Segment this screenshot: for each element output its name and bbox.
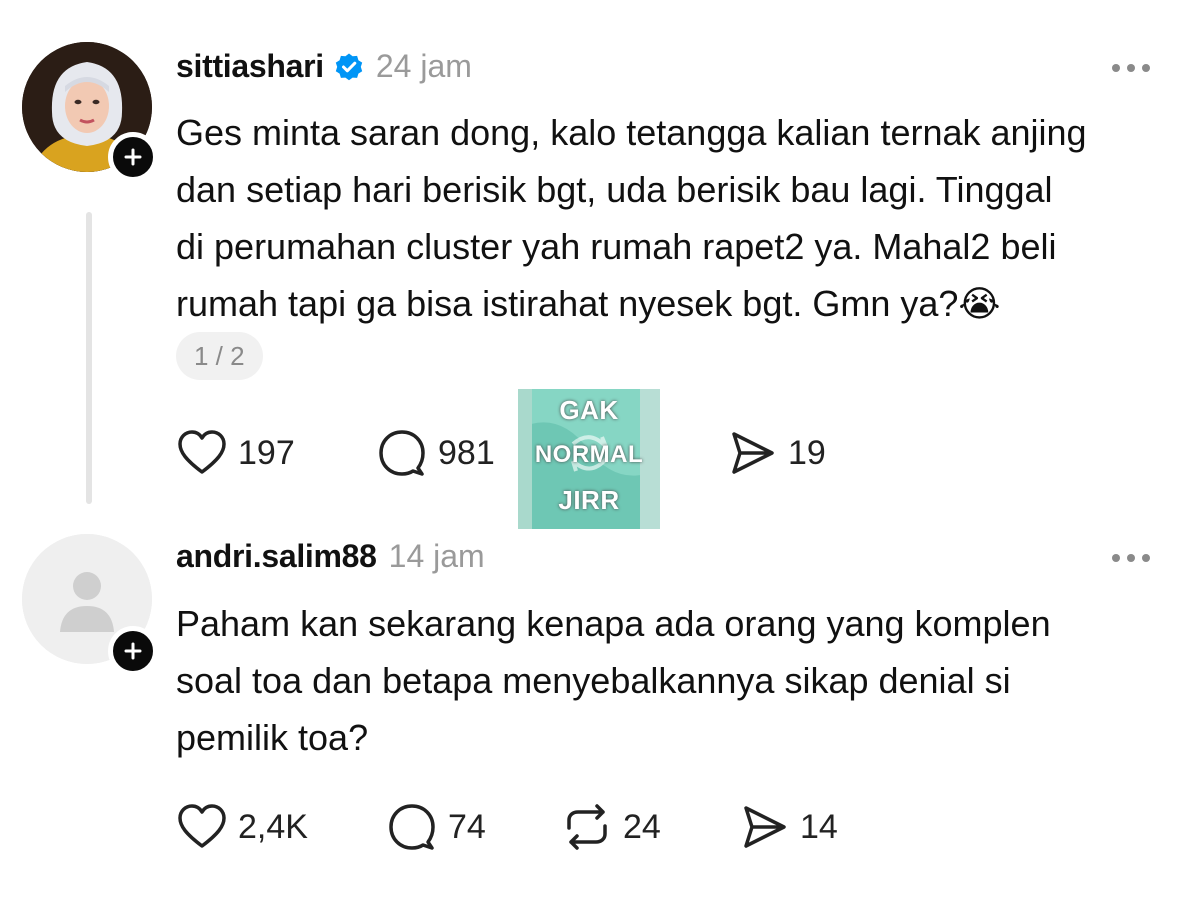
more-dots-icon[interactable]: [1112, 554, 1150, 562]
like-count: 2,4K: [238, 807, 308, 846]
username[interactable]: sittiashari: [176, 48, 324, 85]
like-button[interactable]: 2,4K: [176, 802, 308, 852]
post-body-line: pemilik toa?: [176, 717, 369, 758]
share-count: 19: [788, 433, 826, 472]
more-dots-icon[interactable]: [1112, 64, 1150, 72]
post-body-line: Paham kan sekarang kenapa ada orang yang…: [176, 603, 1051, 644]
verified-badge-icon: [335, 53, 363, 80]
send-arrow-icon: [732, 432, 774, 474]
post-body-text: rumah tapi ga bisa istirahat nyesek bgt.…: [176, 283, 959, 324]
post-body-line: soal toa dan betapa menyebalkannya sikap…: [176, 660, 1011, 701]
comment-bubble-icon: [379, 430, 425, 476]
share-button[interactable]: 19: [726, 428, 826, 478]
share-button[interactable]: 14: [738, 802, 838, 852]
post-body-line: dan setiap hari berisik bgt, uda berisik…: [176, 169, 1053, 210]
reply-count: 981: [438, 433, 495, 472]
watermark-line: JIRR: [558, 485, 620, 515]
watermark-sticker: GAK NORMAL JIRR: [518, 389, 660, 529]
plus-icon: [124, 642, 142, 660]
post-body-line: Ges minta saran dong, kalo tetangga kali…: [176, 112, 1087, 153]
page-indicator: 1 / 2: [176, 332, 263, 380]
watermark-line: GAK: [559, 395, 619, 425]
post-body-line: di perumahan cluster yah rumah rapet2 ya…: [176, 226, 1057, 267]
post-body-line-last: rumah tapi ga bisa istirahat nyesek bgt.…: [176, 275, 1087, 332]
post-actions: 2,4K 74 24 14: [176, 802, 1076, 852]
crying-emoji: 😭: [958, 283, 1001, 324]
plus-icon: [124, 148, 142, 166]
heart-icon: [178, 804, 226, 848]
follow-plus-button[interactable]: [108, 626, 158, 676]
watermark-line: NORMAL: [534, 441, 644, 468]
post-header: sittiashari 24 jam: [176, 48, 472, 85]
thread-connector-line: [86, 212, 92, 504]
send-arrow-icon: [744, 806, 786, 848]
post-time: 24 jam: [375, 48, 472, 84]
reply-count: 74: [448, 807, 486, 846]
share-count: 14: [800, 807, 838, 846]
post-body: Ges minta saran dong, kalo tetangga kali…: [176, 104, 1087, 332]
like-count: 197: [238, 433, 295, 472]
like-button[interactable]: 197: [176, 428, 295, 478]
repost-arrows-icon: [567, 804, 607, 850]
repost-button[interactable]: 24: [561, 802, 661, 852]
username[interactable]: andri.salim88: [176, 538, 377, 575]
repost-count: 24: [623, 807, 661, 846]
follow-plus-button[interactable]: [108, 132, 158, 182]
post-body: Paham kan sekarang kenapa ada orang yang…: [176, 595, 1051, 766]
heart-icon: [178, 430, 226, 474]
post-time: 14 jam: [388, 538, 485, 574]
reply-button[interactable]: 74: [386, 802, 486, 852]
reply-button[interactable]: 981: [376, 428, 495, 478]
comment-bubble-icon: [389, 804, 435, 850]
thread-post-2: andri.salim88 14 jam Paham kan sekarang …: [0, 530, 1200, 902]
post-header: andri.salim88 14 jam: [176, 538, 485, 575]
